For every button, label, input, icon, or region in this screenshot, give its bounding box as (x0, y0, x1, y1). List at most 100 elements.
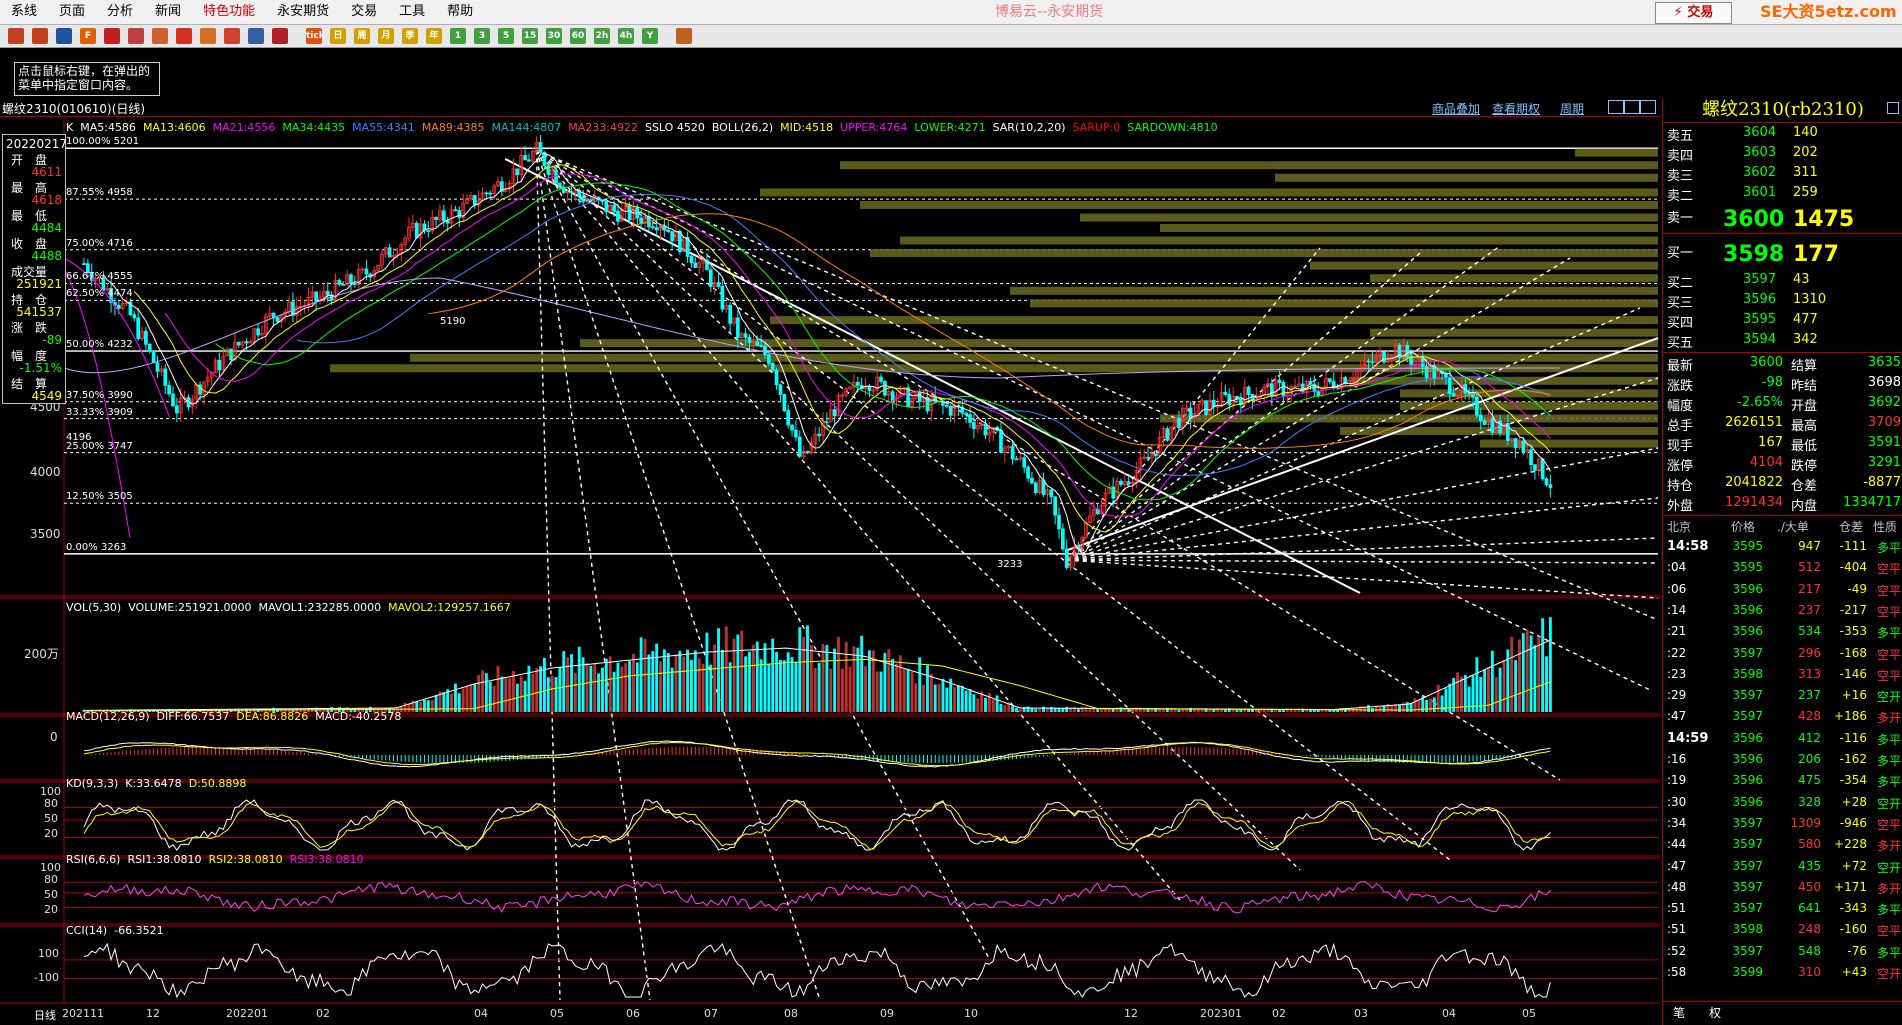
week-icon[interactable]: 周 (354, 28, 370, 44)
period-link[interactable]: 周期 (1560, 100, 1584, 117)
date-tick: 06 (626, 1007, 640, 1020)
volume-bar (1502, 659, 1506, 712)
volume-bar (670, 667, 674, 712)
volume-bar (550, 675, 554, 712)
quote-stat-label: 结算 (1791, 359, 1818, 374)
volume-profile-band (760, 188, 1658, 197)
menu-item[interactable]: 系线 (0, 0, 48, 24)
quote-stat-value: 167 (1758, 435, 1783, 450)
candle-body (790, 424, 794, 431)
pen-icon[interactable] (32, 28, 48, 44)
day-icon[interactable]: 日 (330, 28, 346, 44)
custom-icon[interactable]: Y (642, 28, 658, 44)
order-book-volume: 202 (1793, 145, 1818, 160)
order-book-label: 卖四 (1667, 149, 1694, 164)
quote-stat-row: 最新 3600 结算 3635 (1663, 354, 1902, 374)
menu-item[interactable]: 帮助 (436, 0, 484, 24)
indicator-value: MA233:4922 (568, 121, 638, 134)
indicator-value: LOWER:4271 (914, 121, 986, 134)
tick-icon[interactable]: tick (306, 28, 325, 44)
tick-volume: 534 (1798, 624, 1821, 639)
menu-item[interactable]: 交易 (340, 0, 388, 24)
candle-body (867, 385, 872, 391)
volume-bar (651, 651, 655, 712)
volume-bar (1398, 705, 1401, 712)
home-icon[interactable] (8, 28, 24, 44)
tick-price: 3597 (1732, 943, 1763, 958)
volume-bar (631, 654, 635, 712)
volume-bar (1541, 618, 1545, 712)
volume-bar (709, 664, 713, 712)
volume-profile-band (1030, 299, 1658, 308)
calendar-icon[interactable] (676, 28, 692, 44)
candle-body (1540, 458, 1545, 480)
volume-bar (481, 670, 484, 712)
volume-bar (802, 636, 806, 712)
tab-ticks[interactable]: 笔 (1673, 1004, 1685, 1021)
tab-rights[interactable]: 权 (1709, 1004, 1721, 1021)
min1-icon[interactable]: 1 (450, 28, 466, 44)
season-icon[interactable]: 季 (402, 28, 418, 44)
candle-body (325, 290, 330, 296)
candle-body (1370, 361, 1375, 364)
info-low: 4484 (31, 221, 62, 235)
menu-item[interactable]: 分析 (96, 0, 144, 24)
quote-stat-label: 涨停 (1667, 459, 1694, 474)
menu-item[interactable]: 特色功能 (192, 0, 266, 24)
quote-stat-label: 总手 (1667, 419, 1694, 434)
search-icon[interactable] (152, 28, 168, 44)
indicator-value: MACD(12,26,9) (66, 710, 150, 723)
kline-icon[interactable] (272, 28, 288, 44)
indicator-value: MA21:4556 (212, 121, 276, 134)
min15-icon[interactable]: 15 (522, 28, 538, 44)
volume-bar (697, 658, 701, 712)
trade-button[interactable]: ⚡ 交易 (1655, 2, 1732, 24)
order-book-row: 卖二 3601 259 (1663, 184, 1902, 204)
draw-icon[interactable] (176, 28, 192, 44)
menu-item[interactable]: 新闻 (144, 0, 192, 24)
trade-button-label: 交易 (1687, 5, 1714, 20)
f10-icon[interactable]: F (80, 28, 96, 44)
volume-bar (999, 703, 1003, 712)
tick-price: 3595 (1732, 539, 1763, 553)
min30-icon[interactable]: 30 (546, 28, 562, 44)
overlay-link[interactable]: 商品叠加 (1432, 100, 1480, 117)
layout-3-icon[interactable] (1640, 100, 1656, 114)
volume-bar (825, 645, 829, 712)
volume-bar (1015, 707, 1018, 712)
layout-1-icon[interactable] (1608, 100, 1624, 114)
chart-area[interactable] (0, 118, 1660, 1023)
zoom-icon[interactable] (128, 28, 144, 44)
volume-bar (898, 655, 902, 712)
month-icon[interactable]: 月 (378, 28, 394, 44)
window-icon[interactable] (56, 28, 72, 44)
panel-maximize-icon[interactable] (1887, 102, 1899, 114)
volume-profile-band (1160, 224, 1658, 232)
menu-item[interactable]: 永安期货 (266, 0, 340, 24)
hour4-icon[interactable]: 4h (618, 28, 634, 44)
year-icon[interactable]: 年 (426, 28, 442, 44)
hour2-icon[interactable]: 2h (594, 28, 610, 44)
quote-icon[interactable] (248, 28, 264, 44)
volume-bar (705, 632, 709, 712)
layout-2-icon[interactable] (1624, 100, 1640, 114)
menu-item[interactable]: 工具 (388, 0, 436, 24)
indicator-value: MA34:4435 (282, 121, 346, 134)
menu-item[interactable]: 页面 (48, 0, 96, 24)
fibonacci-percent: 62.50% (66, 288, 105, 300)
alarm-icon[interactable] (224, 28, 240, 44)
tool-icon[interactable] (200, 28, 216, 44)
min5-icon[interactable]: 5 (498, 28, 514, 44)
tick-oi-change: -111 (1839, 539, 1867, 553)
candle-body (1382, 351, 1386, 363)
option-link[interactable]: 查看期权 (1492, 100, 1540, 117)
candle-body (523, 155, 527, 161)
min60-icon[interactable]: 60 (570, 28, 586, 44)
tick-oi-change: +72 (1841, 858, 1867, 873)
order-book-label: 买四 (1667, 316, 1694, 331)
tick-row: :51 3598 248 -160 空平 (1663, 921, 1902, 941)
candle-body (275, 317, 280, 322)
candle-body (999, 430, 1003, 453)
min3-icon[interactable]: 3 (474, 28, 490, 44)
chart-icon[interactable] (104, 28, 120, 44)
